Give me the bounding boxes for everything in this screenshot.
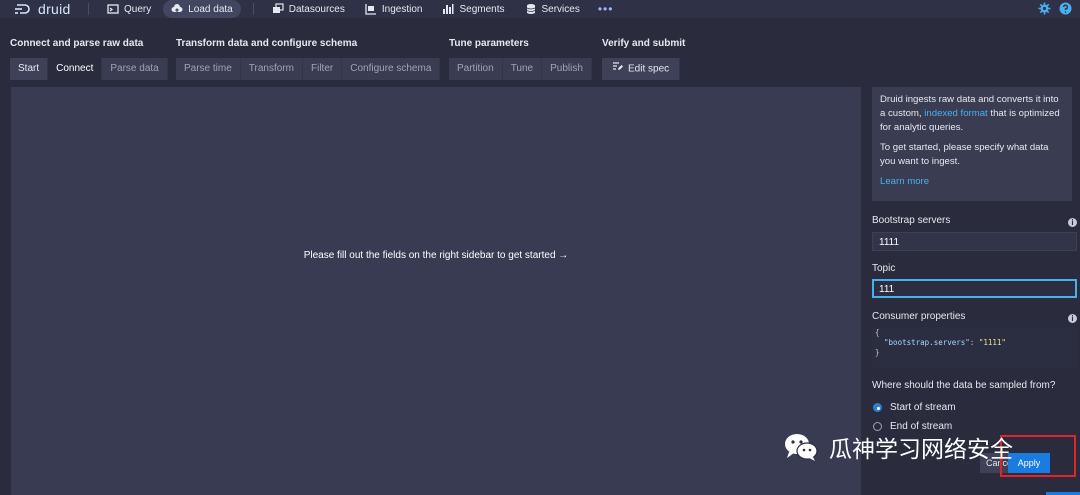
step-filter-button[interactable]: Filter [303, 58, 343, 80]
nav-divider [252, 3, 254, 15]
main-preview-panel: Please fill out the fields on the right … [11, 87, 861, 495]
nav-ingestion-label: Ingestion [381, 3, 423, 15]
watermark: 瓜神学习网络安全 [783, 430, 1013, 464]
database-icon [525, 3, 537, 15]
wechat-icon [783, 432, 819, 462]
app-name: druid [38, 1, 71, 17]
ingestion-icon [365, 3, 377, 15]
step-group-connect: Connect and parse raw data Start Connect… [10, 38, 168, 80]
nav-datasources[interactable]: Datasources [264, 0, 353, 18]
druid-logo-icon [14, 2, 32, 16]
info-icon[interactable]: i [1068, 314, 1077, 323]
cloud-upload-icon [171, 3, 183, 15]
druid-logo[interactable]: druid [14, 2, 80, 16]
step-edit-spec-button[interactable]: Edit spec [602, 58, 681, 80]
nav-services[interactable]: Services [517, 0, 588, 18]
step-connect-button[interactable]: Connect [48, 58, 103, 80]
step-configure-schema-button[interactable]: Configure schema [342, 58, 441, 80]
step-tune-button[interactable]: Tune [502, 58, 543, 80]
query-icon [107, 3, 119, 15]
info-text-2: To get started, please specify what data… [880, 142, 1049, 167]
consumer-properties-label: Consumer properties [872, 311, 966, 322]
sample-source-label: Where should the data be sampled from? [872, 380, 1056, 391]
radio-start-label: Start of stream [890, 402, 956, 413]
info-callout: Druid ingests raw data and converts it i… [872, 87, 1072, 201]
step-parse-data-button[interactable]: Parse data [102, 58, 168, 80]
step-parse-time-button[interactable]: Parse time [176, 58, 241, 80]
nav-segments-label: Segments [459, 3, 505, 15]
step-transform-button[interactable]: Transform [240, 58, 303, 80]
edit-spec-label: Edit spec [628, 63, 670, 75]
nav-query-label: Query [124, 3, 152, 15]
consumer-properties-editor[interactable]: { "bootstrap.servers": "1111" } [872, 327, 1078, 367]
nav-load-data[interactable]: Load data [163, 0, 241, 18]
step-title: Transform data and configure schema [176, 38, 358, 49]
code-key: "bootstrap.servers" [884, 338, 970, 347]
code-line: "bootstrap.servers": "1111" [875, 338, 1075, 348]
segments-icon [442, 3, 454, 15]
topic-label: Topic [872, 263, 896, 274]
step-start-button[interactable]: Start [10, 58, 49, 80]
gear-icon[interactable] [1038, 2, 1051, 15]
step-title: Verify and submit [602, 38, 686, 49]
nav-datasources-label: Datasources [288, 3, 345, 15]
top-navbar: druid Query Load data Datasources Ingest… [0, 0, 1080, 18]
nav-load-data-label: Load data [188, 3, 233, 15]
help-icon[interactable] [1059, 2, 1072, 15]
step-partition-button[interactable]: Partition [449, 58, 503, 80]
step-publish-button[interactable]: Publish [542, 58, 592, 80]
nav-query[interactable]: Query [99, 0, 159, 18]
edit-spec-icon [612, 58, 623, 80]
step-title: Connect and parse raw data [10, 38, 144, 49]
radio-selected-icon [873, 403, 882, 412]
watermark-text: 瓜神学习网络安全 [829, 436, 1013, 462]
indexed-format-link[interactable]: indexed format [924, 108, 987, 119]
get-started-message: Please fill out the fields on the right … [303, 250, 569, 261]
bootstrap-servers-label: Bootstrap servers [872, 215, 951, 226]
code-value: "1111" [978, 338, 1006, 347]
learn-more-link[interactable]: Learn more [880, 176, 929, 187]
step-title: Tune parameters [449, 38, 529, 49]
nav-segments[interactable]: Segments [434, 0, 512, 18]
code-sep: : [969, 338, 979, 347]
step-group-tune: Tune parameters Partition Tune Publish [449, 38, 592, 80]
topic-input[interactable]: 111 [872, 279, 1077, 298]
bootstrap-servers-input[interactable]: 1111 [872, 232, 1077, 251]
step-group-transform: Transform data and configure schema Pars… [176, 38, 441, 80]
radio-start-of-stream[interactable]: Start of stream [873, 402, 956, 413]
nav-services-label: Services [541, 3, 580, 15]
info-icon[interactable]: i [1068, 218, 1077, 227]
code-line: } [875, 348, 880, 357]
step-group-verify: Verify and submit Edit spec [602, 38, 685, 80]
datasources-icon [272, 3, 284, 15]
more-menu-icon[interactable]: ••• [598, 2, 614, 16]
info-text: Druid ingests raw data and converts it i… [880, 93, 1064, 135]
code-line: { [875, 328, 880, 337]
nav-divider [88, 3, 89, 15]
nav-ingestion[interactable]: Ingestion [357, 0, 431, 18]
